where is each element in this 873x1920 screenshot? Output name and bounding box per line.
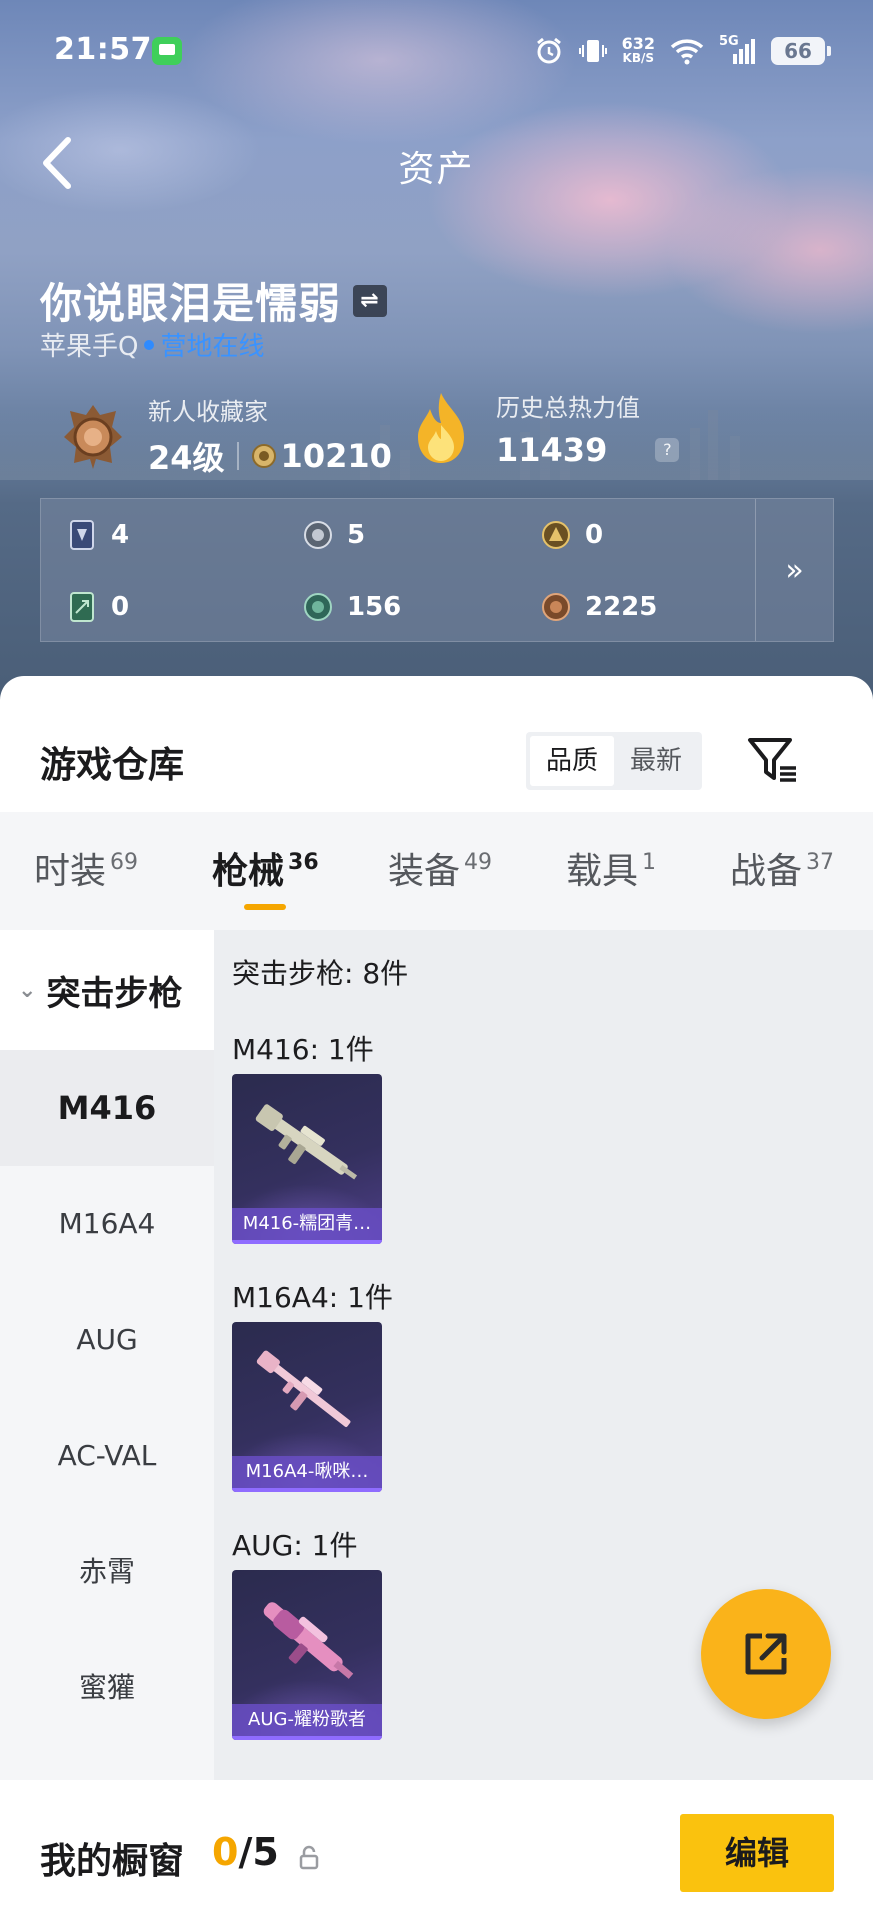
jade-coin-icon bbox=[304, 593, 332, 621]
tab-weapons[interactable]: 枪械 36 bbox=[212, 842, 319, 894]
showcase-bar: 我的橱窗 0/5 编辑 bbox=[0, 1786, 873, 1920]
tab-supplies[interactable]: 战备 37 bbox=[730, 842, 834, 894]
item-card[interactable]: AUG-耀粉歌者 bbox=[232, 1570, 382, 1740]
rifle-image bbox=[256, 1350, 351, 1427]
filter-icon bbox=[748, 738, 796, 782]
rank-level: 24级 bbox=[148, 439, 225, 477]
currency-item: 0 bbox=[67, 591, 129, 623]
vibrate-icon bbox=[578, 40, 607, 62]
lock-icon bbox=[299, 1845, 319, 1870]
collection-points: 10210 bbox=[280, 437, 392, 475]
alarm-icon bbox=[536, 37, 561, 64]
sort-quality-button[interactable]: 品质 bbox=[530, 736, 614, 786]
sidebar-item-honey-badger[interactable]: 蜜獾 bbox=[0, 1630, 214, 1746]
bronze-coin-icon bbox=[542, 593, 570, 621]
tab-vehicles[interactable]: 载具 1 bbox=[566, 842, 656, 894]
page-title: 资产 bbox=[398, 149, 475, 190]
sidebar-item-ac-val[interactable]: AC-VAL bbox=[0, 1398, 214, 1514]
category-tabs: 时装 69 枪械 36 装备 49 载具 1 战备 37 bbox=[0, 812, 873, 930]
warehouse-title: 游戏仓库 bbox=[40, 745, 185, 786]
flame-icon bbox=[418, 392, 464, 463]
sidebar-item-chixiao[interactable]: 赤霄 bbox=[0, 1514, 214, 1630]
sort-newest-button[interactable]: 最新 bbox=[614, 736, 698, 786]
sidebar-item-m416[interactable]: M416 bbox=[0, 1050, 214, 1166]
collection-points-icon bbox=[251, 444, 276, 468]
network-speed: 632 KB/S bbox=[621, 34, 655, 66]
category-header[interactable]: ⌄ 突击步枪 bbox=[0, 930, 214, 1050]
sidebar-item-m16a4[interactable]: M16A4 bbox=[0, 1166, 214, 1282]
external-link-button[interactable] bbox=[701, 1589, 831, 1719]
cellular-signal-icon: 5G bbox=[719, 34, 757, 66]
heat-value: 11439 bbox=[496, 431, 608, 469]
weapon-sidebar: ⌄ 突击步枪 M416 M16A4 AUG AC-VAL 赤霄 蜜獾 bbox=[0, 930, 214, 1780]
gold-emblem-icon bbox=[542, 521, 570, 549]
edit-button[interactable]: 编辑 bbox=[680, 1814, 834, 1892]
sort-toggle: 品质 最新 bbox=[526, 732, 702, 790]
tab-outfits[interactable]: 时装 69 bbox=[34, 842, 138, 894]
item-card[interactable]: M16A4-啾咪… bbox=[232, 1322, 382, 1492]
item-card[interactable]: M416-糯团青… bbox=[232, 1074, 382, 1244]
card-icon bbox=[70, 520, 94, 550]
collector-rank[interactable]: 新人收藏家 24级 10210 bbox=[60, 392, 392, 479]
bronze-medal-icon bbox=[64, 404, 122, 469]
nickname-text: 你说眼泪是懦弱 bbox=[40, 279, 342, 328]
player-nickname: 你说眼泪是懦弱 ⇌ bbox=[40, 270, 388, 331]
rifle-image bbox=[263, 1602, 354, 1679]
battery-indicator: 66 bbox=[771, 37, 831, 65]
external-link-icon bbox=[745, 1633, 787, 1675]
green-card-icon bbox=[70, 592, 94, 622]
currency-item: 156 bbox=[303, 591, 401, 623]
warehouse-card: 游戏仓库 品质 最新 时装 69 枪械 36 装备 49 载具 1 战备 37 ⌄ 突击步… bbox=[0, 676, 873, 1920]
currency-panel[interactable]: 4 5 0 0 156 2225 » bbox=[40, 498, 834, 642]
currency-item: 0 bbox=[541, 519, 603, 551]
rifle-image bbox=[255, 1104, 358, 1180]
currency-item: 2225 bbox=[541, 591, 657, 623]
group-heading: AUG: 1件 bbox=[232, 1529, 358, 1562]
more-currencies-button[interactable]: » bbox=[755, 499, 833, 641]
platform-line: 苹果手Q 营地在线 bbox=[40, 326, 264, 363]
filter-button[interactable] bbox=[744, 732, 800, 788]
message-notification-icon bbox=[152, 37, 182, 65]
item-label: M416-糯团青… bbox=[232, 1208, 382, 1244]
item-label: AUG-耀粉歌者 bbox=[232, 1704, 382, 1740]
online-status: 营地在线 bbox=[160, 332, 265, 362]
silver-coin-icon bbox=[304, 521, 332, 549]
status-time: 21:57 bbox=[54, 32, 152, 67]
sidebar-item-aug[interactable]: AUG bbox=[0, 1282, 214, 1398]
tab-equipment[interactable]: 装备 49 bbox=[388, 842, 492, 894]
status-bar: 21:57 632 KB/S 5G 66 bbox=[0, 0, 873, 104]
group-heading: M16A4: 1件 bbox=[232, 1281, 393, 1314]
currency-item: 4 bbox=[67, 519, 129, 551]
platform-label: 苹果手Q bbox=[40, 332, 139, 362]
help-icon[interactable]: ? bbox=[655, 438, 680, 462]
category-summary: 突击步枪: 8件 bbox=[232, 957, 409, 990]
showcase-title: 我的橱窗 bbox=[40, 1841, 185, 1882]
currency-item: 5 bbox=[303, 519, 365, 551]
online-dot bbox=[144, 339, 155, 350]
group-heading: M416: 1件 bbox=[232, 1033, 374, 1066]
chevron-down-icon: ⌄ bbox=[18, 977, 37, 1003]
status-icons: 632 KB/S 5G 66 bbox=[534, 28, 831, 74]
rank-title: 新人收藏家 bbox=[148, 398, 268, 426]
wifi-icon bbox=[670, 39, 704, 65]
divider bbox=[236, 442, 239, 470]
heat-value-block: 历史总热力值 11439 ? bbox=[408, 388, 680, 469]
swap-account-button[interactable]: ⇌ bbox=[353, 284, 388, 317]
active-tab-indicator bbox=[244, 904, 286, 910]
currency-grid: 4 5 0 0 156 2225 bbox=[41, 499, 757, 643]
item-label: M16A4-啾咪… bbox=[232, 1456, 382, 1492]
heat-title: 历史总热力值 bbox=[496, 394, 640, 422]
showcase-count: 0/5 bbox=[212, 1830, 279, 1874]
